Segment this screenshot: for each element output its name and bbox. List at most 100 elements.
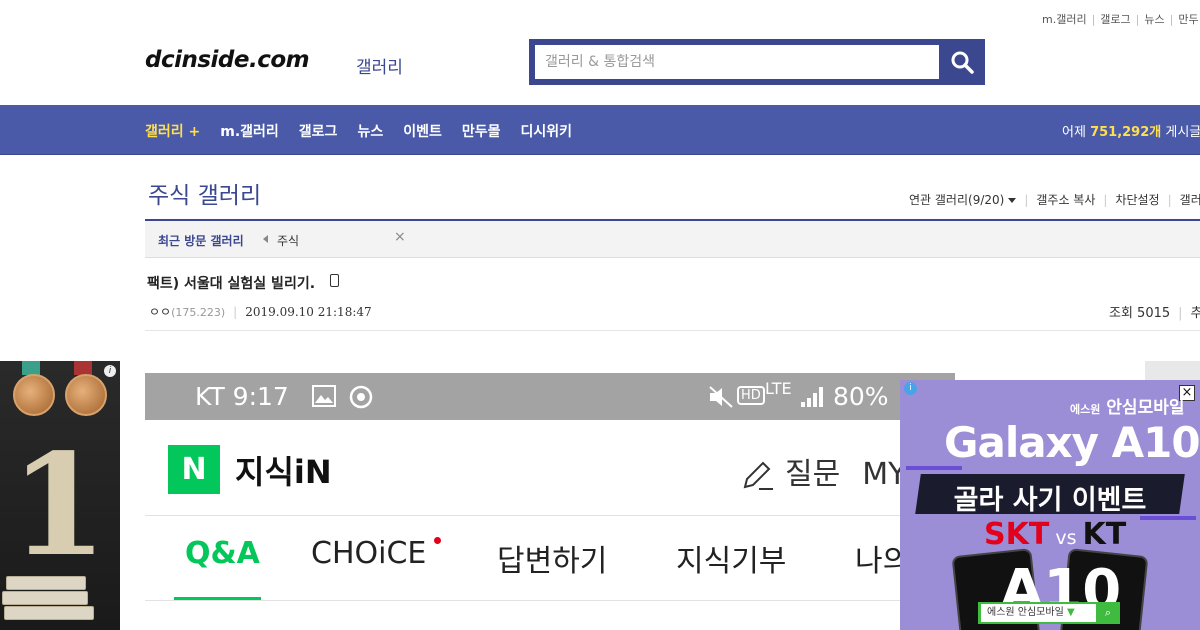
right-ad-banner[interactable]: i × 에스원 안심모바일 Galaxy A10 골라 사기 이벤트 SKT vs… <box>900 380 1200 630</box>
naver-logo: N <box>168 445 220 494</box>
separator: | <box>1167 193 1172 207</box>
separator: | <box>1178 306 1183 321</box>
recent-visit-bar: 최근 방문 갤러리 주식 × <box>145 221 1200 258</box>
gallery-tools: 연관 갤러리(9/20) | 갤주소 복사 | 차단설정 | 갤러 <box>909 191 1200 208</box>
post-title: 팩트) 서울대 실험실 빌리기. <box>147 276 316 292</box>
tab-qna: Q&A <box>185 536 260 571</box>
separator: | <box>1024 193 1029 207</box>
ask-area: 질문 MY <box>741 449 906 493</box>
signal-icon <box>801 387 823 407</box>
separator: | <box>1091 13 1096 26</box>
search-icon[interactable]: ⌕ <box>1098 604 1118 622</box>
post-date: 2019.09.10 21:18:47 <box>245 305 372 319</box>
image-bottom-divider <box>145 600 955 601</box>
ask-label: 질문 <box>785 457 841 492</box>
medal-graphic <box>13 374 55 416</box>
mobile-icon <box>330 274 339 287</box>
post-image: KT 9:17 HD LTE 80% N 지식iN 질문 MY Q&A CHOi… <box>145 373 955 630</box>
post-author[interactable]: ㅇㅇ <box>149 305 171 319</box>
copy-address-link[interactable]: 갤주소 복사 <box>1036 193 1095 207</box>
close-icon[interactable]: × <box>394 229 406 245</box>
ad-search-text: 에스원 안심모바일 <box>987 607 1064 618</box>
ribbon-graphic <box>74 361 92 375</box>
ad-model-name: Galaxy A10 <box>944 418 1200 467</box>
ad-vs: vs <box>1055 527 1077 549</box>
top-link-gallog[interactable]: 갤로그 <box>1100 13 1130 26</box>
ad-search-box[interactable]: 에스원 안심모바일 ▼ ⌕ <box>978 602 1120 624</box>
phone-status-bar: KT 9:17 HD LTE 80% <box>145 373 955 420</box>
ad-info-icon[interactable]: i <box>104 365 116 377</box>
post-count-stats: 어제 751,292개 게시글 <box>1062 121 1200 140</box>
search-button[interactable] <box>939 39 985 85</box>
image-icon <box>312 385 336 407</box>
top-link-mandoo[interactable]: 만두 <box>1178 13 1198 26</box>
left-ad-banner[interactable]: i 1 <box>0 361 120 630</box>
tab-donation: 지식기부 <box>676 544 787 579</box>
site-logo[interactable]: dcinside.com <box>145 47 310 73</box>
ad-stripe <box>906 466 962 470</box>
ad-skt: SKT <box>984 517 1050 552</box>
post-header-divider <box>145 330 1200 331</box>
medal-graphic <box>65 374 107 416</box>
search-icon <box>951 51 974 74</box>
new-badge-dot <box>434 537 441 544</box>
image-tabs: Q&A CHOiCE 답변하기 지식기부 나의 <box>145 536 955 579</box>
prev-arrow-icon[interactable] <box>263 235 268 243</box>
top-utility-links: m.갤러리 | 갤로그 | 뉴스 | 만두 <box>1042 11 1199 27</box>
block-settings-link[interactable]: 차단설정 <box>1115 193 1159 207</box>
ad-brand-name: 안심모바일 <box>1106 398 1185 418</box>
recent-gallery-item[interactable]: 주식 <box>277 232 299 249</box>
gallery-title[interactable]: 주식 갤러리 <box>148 176 261 210</box>
search-input[interactable] <box>535 45 939 79</box>
hd-voice-badge: HD <box>737 386 765 405</box>
search-box <box>529 39 985 85</box>
post-recommend: 추 <box>1190 306 1200 321</box>
post-meta: ㅇㅇ(175.223) | 2019.09.10 21:18:47 <box>149 303 372 320</box>
related-gallery-dropdown[interactable]: 연관 갤러리(9/20) <box>909 193 1017 207</box>
nav-menu: 갤러리 + m.갤러리 갤로그 뉴스 이벤트 만두몰 디시위키 <box>145 121 592 141</box>
pencil-icon <box>743 461 773 490</box>
lte-badge: LTE <box>765 379 792 398</box>
nav-item-news[interactable]: 뉴스 <box>357 121 383 141</box>
nav-item-dcwiki[interactable]: 디시위키 <box>520 121 572 141</box>
book-graphic <box>4 606 94 620</box>
nav-item-mandoomall[interactable]: 만두몰 <box>462 121 501 141</box>
book-graphic <box>2 591 88 605</box>
tab-choice: CHOiCE <box>311 536 427 571</box>
logo-gallery-label[interactable]: 갤러리 <box>356 53 403 78</box>
separator: | <box>1169 13 1174 26</box>
stats-value: 751,292개 <box>1090 125 1162 140</box>
top-link-mgallery[interactable]: m.갤러리 <box>1042 13 1087 26</box>
kin-title: 지식iN <box>235 453 332 491</box>
status-carrier-time: KT 9:17 <box>195 382 289 411</box>
tab-answer: 답변하기 <box>497 544 608 579</box>
nav-item-event[interactable]: 이벤트 <box>403 121 442 141</box>
ad-search-field[interactable]: 에스원 안심모바일 ▼ <box>981 604 1096 622</box>
chevron-down-icon <box>1008 198 1017 203</box>
recent-visit-label: 최근 방문 갤러리 <box>158 234 244 248</box>
ad-event-text: 골라 사기 이벤트 <box>953 485 1147 516</box>
ribbon-graphic <box>22 361 40 375</box>
mute-icon <box>709 386 733 408</box>
related-gallery-label: 연관 갤러리(9/20) <box>909 193 1005 207</box>
post-views: 조회 5015 <box>1109 306 1171 321</box>
chevron-down-icon: ▼ <box>1066 607 1075 618</box>
separator: | <box>233 305 238 319</box>
nav-item-gallog[interactable]: 갤로그 <box>299 121 338 141</box>
side-panel-stub <box>1145 361 1200 381</box>
ad-brand-small: 에스원 <box>1070 403 1101 416</box>
main-navbar: 갤러리 + m.갤러리 갤로그 뉴스 이벤트 만두몰 디시위키 어제 751,2… <box>0 105 1200 155</box>
sync-icon <box>349 385 373 409</box>
post-stats: 조회 5015 | 추 <box>1109 302 1200 321</box>
nav-item-mgallery[interactable]: m.갤러리 <box>220 121 279 141</box>
post-author-ip: (175.223) <box>171 306 226 319</box>
separator: | <box>1103 193 1108 207</box>
top-link-news[interactable]: 뉴스 <box>1144 13 1164 26</box>
ad-brand: 에스원 안심모바일 <box>1070 393 1185 418</box>
ad-number-graphic: 1 <box>10 424 108 588</box>
ad-info-icon[interactable]: i <box>904 382 917 395</box>
book-graphic <box>6 576 86 590</box>
gallery-more-link[interactable]: 갤러 <box>1180 193 1200 207</box>
stats-prefix: 어제 <box>1062 125 1086 140</box>
nav-item-gallery[interactable]: 갤러리 + <box>145 121 200 141</box>
